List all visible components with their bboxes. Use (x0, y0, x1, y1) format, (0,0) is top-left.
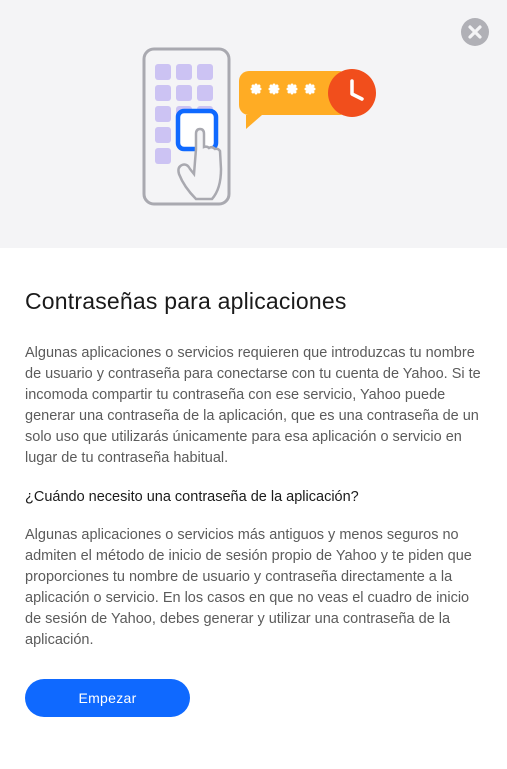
close-icon (461, 18, 489, 46)
close-button[interactable] (461, 18, 489, 46)
page-title: Contraseñas para aplicaciones (25, 288, 482, 315)
subtitle-question: ¿Cuándo necesito una contraseña de la ap… (25, 489, 482, 505)
description-paragraph-2: Algunas aplicaciones o servicios más ant… (25, 525, 482, 651)
start-button[interactable]: Empezar (25, 679, 190, 717)
description-paragraph-1: Algunas aplicaciones o servicios requier… (25, 343, 482, 469)
hero-section (0, 0, 507, 248)
app-password-illustration (124, 39, 384, 219)
content-section: Contraseñas para aplicaciones Algunas ap… (0, 248, 507, 742)
